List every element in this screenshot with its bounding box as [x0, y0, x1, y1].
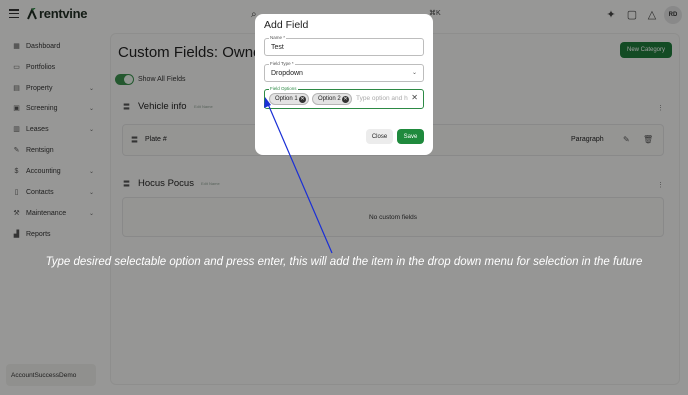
- field-type-label: Field Type *: [269, 60, 295, 67]
- chevron-down-icon: ⌄: [411, 70, 417, 76]
- close-button[interactable]: Close: [366, 129, 393, 144]
- option-text-input[interactable]: Type option and hit enter: [356, 95, 408, 102]
- name-field[interactable]: Name * Test: [264, 34, 424, 56]
- save-button[interactable]: Save: [397, 129, 424, 144]
- field-options-label: Field Options: [269, 85, 298, 92]
- option-chip[interactable]: Option 2 ✕: [312, 93, 352, 105]
- remove-chip-icon[interactable]: ✕: [299, 96, 306, 103]
- remove-chip-icon[interactable]: ✕: [342, 96, 349, 103]
- dialog-title: Add Field: [264, 19, 309, 31]
- field-type-value: Dropdown: [271, 70, 303, 77]
- add-field-dialog: Add Field Name * Test Field Type * Dropd…: [255, 14, 433, 155]
- option-chip[interactable]: Option 1 ✕: [269, 93, 309, 105]
- clear-icon[interactable]: ✕: [411, 93, 418, 102]
- field-options-input[interactable]: Field Options Option 1 ✕ Option 2 ✕ Type…: [264, 85, 424, 109]
- option-chip-label: Option 1: [275, 96, 298, 102]
- annotation-caption: Type desired selectable option and press…: [45, 256, 643, 268]
- name-field-label: Name *: [269, 34, 287, 41]
- option-chip-label: Option 2: [318, 96, 341, 102]
- name-field-value: Test: [271, 44, 284, 51]
- field-type-select[interactable]: Field Type * Dropdown ⌄: [264, 60, 424, 82]
